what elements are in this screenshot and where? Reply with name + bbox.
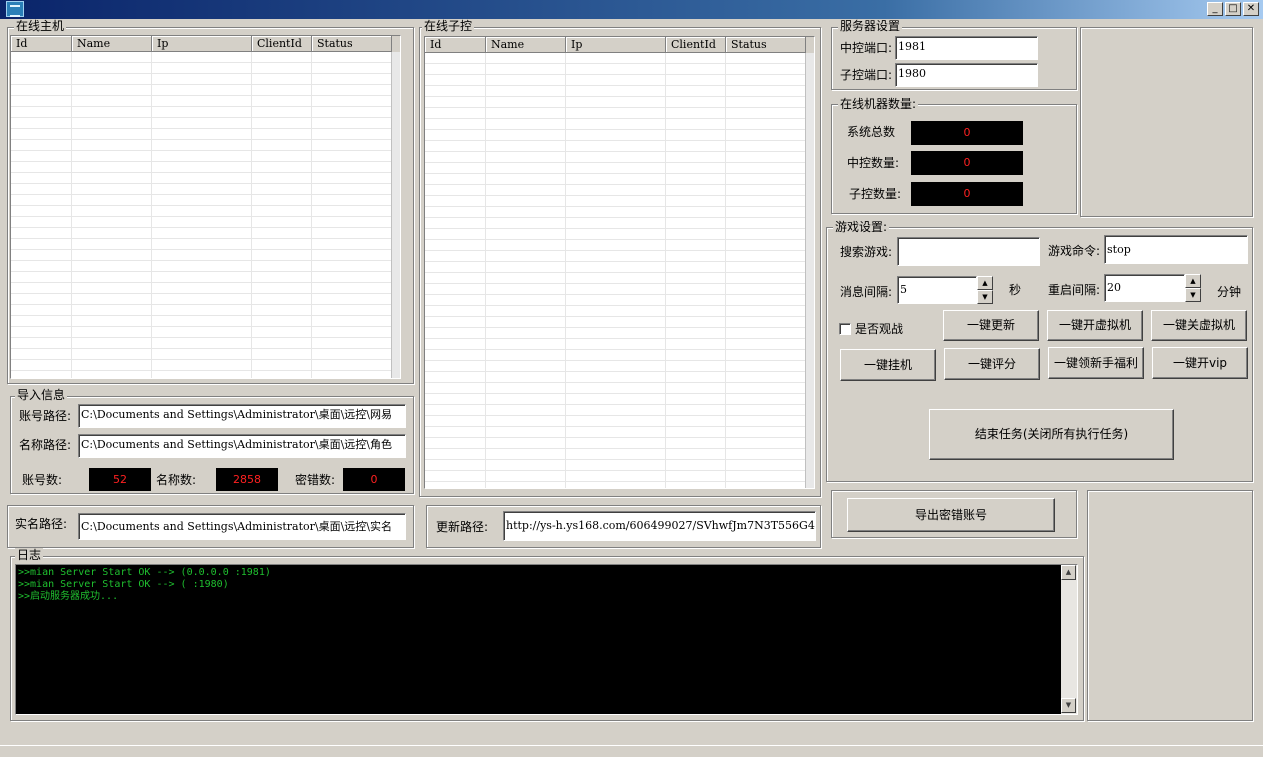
right-panel [1080, 27, 1253, 217]
account-path-label: 账号路径: [19, 409, 72, 423]
pwd-error-count-value: 0 [343, 468, 405, 491]
sub-port-input[interactable]: 1980 [895, 63, 1038, 87]
online-hosts-label: 在线主机 [14, 19, 67, 33]
name-path-label: 名称路径: [19, 438, 72, 452]
restart-interval-unit: 分钟 [1217, 285, 1242, 299]
bottom-right-panel [1087, 490, 1253, 721]
open-vm-button[interactable]: 一键开虚拟机 [1047, 310, 1143, 341]
log-output[interactable]: >>mian Server Start OK --> (0.0.0.0 :198… [15, 564, 1078, 715]
grid-body [425, 53, 814, 488]
main-count-label: 中控数量: [847, 156, 900, 170]
realname-path-label: 实名路径: [15, 517, 68, 531]
col-id[interactable]: Id [11, 36, 72, 52]
col-name[interactable]: Name [72, 36, 152, 52]
log-label: 日志 [15, 548, 44, 562]
main-window: _ □ ✕ 在线主机 Id Name Ip ClientId Status 在线… [0, 0, 1263, 745]
search-game-input[interactable] [897, 237, 1040, 266]
msg-interval-up-icon[interactable]: ▲ [977, 276, 993, 290]
col-ip[interactable]: Ip [152, 36, 252, 52]
machine-count-label: 在线机器数量: [838, 97, 919, 111]
spectate-label: 是否观战 [855, 322, 904, 336]
export-pwd-error-button[interactable]: 导出密错账号 [847, 498, 1055, 532]
total-count-label: 系统总数 [847, 125, 896, 139]
col-clientid[interactable]: ClientId [252, 36, 312, 52]
one-click-update-button[interactable]: 一键更新 [943, 310, 1039, 341]
msg-interval-unit: 秒 [1009, 283, 1022, 297]
name-count-value: 2858 [216, 468, 278, 491]
realname-path-input[interactable]: C:\Documents and Settings\Administrator\… [78, 513, 406, 540]
log-line: >>mian Server Start OK --> (0.0.0.0 :198… [18, 567, 271, 578]
col-status[interactable]: Status [726, 37, 806, 53]
restart-interval-label: 重启间隔: [1048, 283, 1101, 297]
scroll-up-icon[interactable]: ▲ [1061, 565, 1076, 580]
sub-count-value: 0 [911, 182, 1023, 206]
online-clients-label: 在线子控 [422, 19, 475, 33]
import-info-label: 导入信息 [15, 388, 68, 402]
name-path-input[interactable]: C:\Documents and Settings\Administrator\… [78, 434, 406, 458]
update-path-label: 更新路径: [436, 520, 489, 534]
restart-interval-input[interactable]: 20 [1104, 274, 1185, 302]
scroll-down-icon[interactable]: ▼ [1061, 698, 1076, 713]
sub-count-label: 子控数量: [849, 187, 902, 201]
account-path-input[interactable]: C:\Documents and Settings\Administrator\… [78, 404, 406, 428]
pwd-error-count-label: 密错数: [295, 473, 336, 487]
main-port-label: 中控端口: [840, 41, 893, 55]
maximize-button[interactable]: □ [1225, 2, 1241, 16]
grid-scrollbar[interactable] [391, 52, 400, 378]
rate-button[interactable]: 一键评分 [944, 348, 1040, 380]
main-port-input[interactable]: 1981 [895, 36, 1038, 60]
close-button[interactable]: ✕ [1243, 2, 1259, 16]
log-line: >>mian Server Start OK --> ( :1980) [18, 579, 229, 590]
online-clients-grid[interactable]: Id Name Ip ClientId Status [424, 36, 815, 489]
msg-interval-label: 消息间隔: [840, 285, 893, 299]
open-vip-button[interactable]: 一键开vip [1152, 347, 1248, 379]
log-scrollbar[interactable]: ▲ ▼ [1061, 565, 1077, 714]
search-game-label: 搜索游戏: [840, 245, 893, 259]
game-settings-label: 游戏设置: [833, 220, 890, 234]
end-task-button[interactable]: 结束任务(关闭所有执行任务) [929, 409, 1174, 460]
server-settings-label: 服务器设置 [838, 19, 903, 33]
name-count-label: 名称数: [156, 473, 197, 487]
title-bar[interactable]: _ □ ✕ [0, 0, 1263, 19]
restart-interval-down-icon[interactable]: ▼ [1185, 288, 1201, 302]
grid-scrollbar[interactable] [805, 53, 814, 488]
restart-interval-up-icon[interactable]: ▲ [1185, 274, 1201, 288]
msg-interval-input[interactable]: 5 [897, 276, 977, 304]
online-hosts-grid[interactable]: Id Name Ip ClientId Status [10, 35, 401, 379]
sub-port-label: 子控端口: [840, 68, 893, 82]
grid-body [11, 52, 400, 378]
taskbar [0, 745, 1263, 757]
spectate-checkbox[interactable] [839, 323, 851, 335]
col-ip[interactable]: Ip [566, 37, 666, 53]
newbie-gift-button[interactable]: 一键领新手福利 [1048, 347, 1144, 379]
grid-header: Id Name Ip ClientId Status [11, 36, 400, 52]
account-count-value: 52 [89, 468, 151, 491]
minimize-button[interactable]: _ [1207, 2, 1223, 16]
col-clientid[interactable]: ClientId [666, 37, 726, 53]
hangup-button[interactable]: 一键挂机 [840, 349, 936, 381]
col-status[interactable]: Status [312, 36, 392, 52]
total-count-value: 0 [911, 121, 1023, 145]
account-count-label: 账号数: [22, 473, 63, 487]
log-lines: >>mian Server Start OK --> (0.0.0.0 :198… [18, 567, 1058, 603]
log-line: >>启动服务器成功... [18, 591, 119, 602]
grid-header: Id Name Ip ClientId Status [425, 37, 814, 53]
game-command-input[interactable]: stop [1104, 235, 1248, 264]
msg-interval-down-icon[interactable]: ▼ [977, 290, 993, 304]
col-id[interactable]: Id [425, 37, 486, 53]
main-count-value: 0 [911, 151, 1023, 175]
close-vm-button[interactable]: 一键关虚拟机 [1151, 310, 1247, 341]
update-path-input[interactable]: http://ys-h.ys168.com/606499027/SVhwfJm7… [503, 511, 816, 541]
app-icon [6, 1, 24, 17]
game-command-label: 游戏命令: [1048, 244, 1101, 258]
col-name[interactable]: Name [486, 37, 566, 53]
